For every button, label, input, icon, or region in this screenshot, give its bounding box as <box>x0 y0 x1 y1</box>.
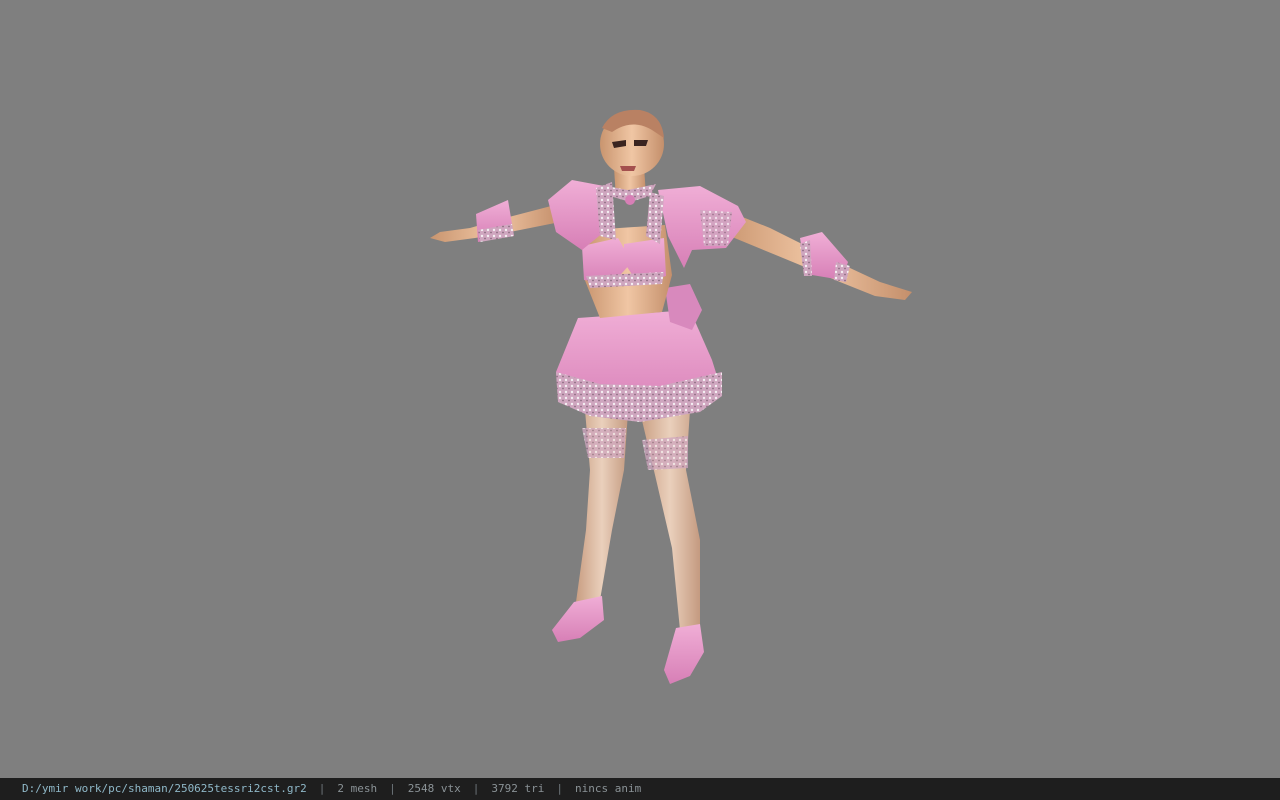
head <box>600 109 664 205</box>
animation-status-text: nincs anim <box>575 782 642 795</box>
left-arm <box>430 200 560 242</box>
file-path-text: D:/ymir work/pc/shaman/250625tessri2cst.… <box>22 782 307 795</box>
character-model[interactable] <box>0 0 1280 778</box>
status-separator: | <box>389 782 396 795</box>
3d-viewport[interactable] <box>0 0 1280 778</box>
vertex-count-text: 2548 vtx <box>407 782 461 795</box>
right-arm <box>720 210 912 300</box>
status-bar: D:/ymir work/pc/shaman/250625tessri2cst.… <box>0 778 1280 800</box>
status-separator: | <box>556 782 563 795</box>
status-separator: | <box>318 782 326 795</box>
triangle-count-text: 3792 tri <box>491 782 545 795</box>
status-separator: | <box>472 782 480 795</box>
mesh-count-text: 2 mesh <box>337 782 378 795</box>
